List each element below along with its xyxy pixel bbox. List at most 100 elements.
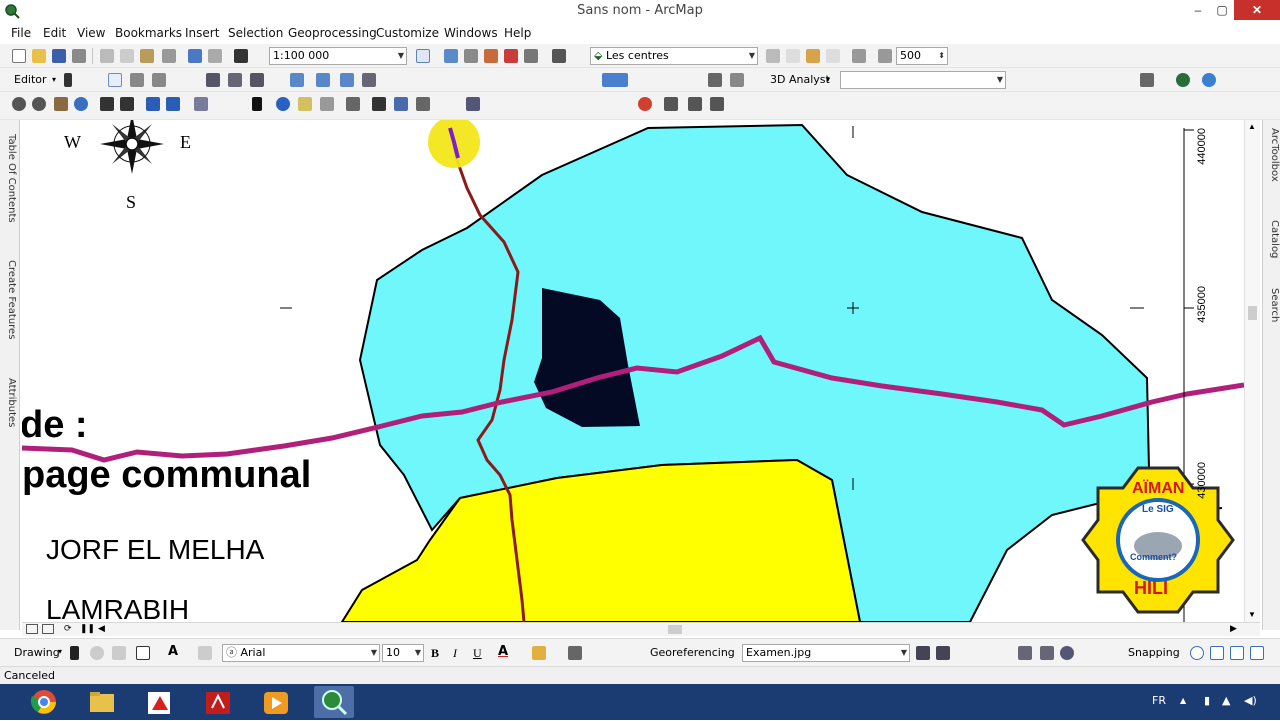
close-button[interactable]: ✕	[1234, 0, 1280, 20]
menu-view[interactable]: View	[77, 26, 105, 40]
flicker-icon[interactable]	[806, 49, 820, 63]
tab-create-features[interactable]: Create Features	[2, 260, 17, 339]
rectify-icon[interactable]	[710, 97, 724, 111]
link-table-icon[interactable]	[1018, 646, 1032, 660]
identify-icon[interactable]	[276, 97, 290, 111]
profile-graph-icon[interactable]	[1140, 73, 1154, 87]
underline-button[interactable]: U	[473, 646, 482, 661]
redo-icon[interactable]	[208, 49, 222, 63]
viewer-icon[interactable]	[1040, 646, 1054, 660]
arcmap-taskbar-button[interactable]	[314, 686, 354, 718]
zoom-whole-page-icon[interactable]	[112, 646, 126, 660]
scroll-down-icon[interactable]: ▼	[1248, 610, 1256, 619]
transparency-icon[interactable]	[826, 49, 840, 63]
network-icon[interactable]: ▲	[1222, 694, 1230, 707]
layer-properties-icon[interactable]	[708, 73, 722, 87]
rotate-georef-icon[interactable]	[1060, 646, 1074, 660]
editor-menu[interactable]: Editor	[14, 73, 47, 86]
edge-snapping-icon[interactable]	[1250, 646, 1264, 660]
menu-bookmarks[interactable]: Bookmarks	[115, 26, 182, 40]
end-snapping-icon[interactable]	[1210, 646, 1224, 660]
menu-edit[interactable]: Edit	[43, 26, 66, 40]
georeferencing-menu[interactable]: Georeferencing	[650, 646, 735, 659]
georeferencing-layer-combo[interactable]: Examen.jpg ▼	[742, 644, 910, 662]
menu-geoprocessing[interactable]: Geoprocessing	[288, 26, 377, 40]
fixed-zoom-out-icon[interactable]	[120, 97, 134, 111]
topology-icon[interactable]	[362, 73, 376, 87]
time-slider-icon[interactable]	[466, 97, 480, 111]
rectangle-tool-icon[interactable]	[136, 646, 150, 660]
arctoolbox-icon[interactable]	[504, 49, 518, 63]
table-of-contents-icon[interactable]	[444, 49, 458, 63]
menu-help[interactable]: Help	[504, 26, 531, 40]
italic-button[interactable]: I	[453, 646, 457, 661]
python-window-icon[interactable]	[524, 49, 538, 63]
target-icon[interactable]	[878, 49, 892, 63]
map-scale-combo[interactable]: 1:100 000 ▼	[269, 47, 407, 65]
sketch-tool-icon[interactable]	[108, 73, 122, 87]
new-document-icon[interactable]	[12, 49, 26, 63]
media-player-taskbar-button[interactable]	[256, 686, 296, 718]
vertical-scroll-thumb[interactable]	[1248, 306, 1257, 320]
volume-icon[interactable]: ◀)	[1244, 694, 1257, 707]
rotate-element-icon[interactable]	[90, 646, 104, 660]
menu-file[interactable]: File	[11, 26, 31, 40]
forward-extent-icon[interactable]	[166, 97, 180, 111]
map-display[interactable]: W E S de : page communal JORF EL MELHA L…	[22, 120, 1244, 622]
text-tool-icon[interactable]: A	[168, 644, 178, 659]
find-route-icon[interactable]	[394, 97, 408, 111]
tab-attributes[interactable]: Attributes	[2, 378, 17, 427]
delete-icon[interactable]	[162, 49, 176, 63]
color-fill-icon[interactable]	[602, 73, 628, 87]
explorer-taskbar-button[interactable]	[82, 686, 122, 718]
bold-button[interactable]: B	[431, 646, 439, 661]
edit-pointer-icon[interactable]	[64, 73, 72, 87]
html-popup-icon[interactable]	[320, 97, 334, 111]
select-features-icon[interactable]	[194, 97, 208, 111]
acrobat-taskbar-button[interactable]	[140, 686, 180, 718]
chrome-taskbar-button[interactable]	[24, 686, 64, 718]
cut-icon[interactable]	[100, 49, 114, 63]
scroll-up-icon[interactable]: ▲	[1248, 122, 1256, 131]
minimize-button[interactable]: –	[1186, 0, 1210, 20]
line-color-icon[interactable]	[568, 646, 582, 660]
fixed-zoom-in-icon[interactable]	[100, 97, 114, 111]
data-view-icon[interactable]	[26, 624, 38, 634]
cut-polygon-icon[interactable]	[206, 73, 220, 87]
menu-windows[interactable]: Windows	[444, 26, 498, 40]
vertical-scrollbar[interactable]: ▲ ▼	[1244, 120, 1260, 622]
find-icon[interactable]	[372, 97, 386, 111]
measure-distance-icon[interactable]	[346, 97, 360, 111]
language-indicator[interactable]: FR	[1152, 694, 1166, 707]
back-extent-icon[interactable]	[146, 97, 160, 111]
catalog-icon[interactable]	[464, 49, 478, 63]
layer-combo[interactable]: ⬙ Les centres ▼	[590, 47, 758, 65]
spin-value-combo[interactable]: 500 ⬍	[896, 47, 948, 65]
interactive-3d-icon[interactable]	[730, 73, 744, 87]
update-display-icon[interactable]	[688, 97, 702, 111]
measure-icon[interactable]	[852, 49, 866, 63]
menu-selection[interactable]: Selection	[228, 26, 283, 40]
tab-arctoolbox[interactable]: ArcToolbox	[1265, 128, 1280, 182]
georef-move-icon[interactable]	[936, 646, 950, 660]
sketch-properties-icon[interactable]	[316, 73, 330, 87]
hyperlink-icon[interactable]	[298, 97, 312, 111]
battery-icon[interactable]: ▮	[1204, 694, 1210, 707]
horizontal-scrollbar[interactable]: ⟳ ❚❚ ◀ ▶	[22, 622, 1260, 636]
georeference-color-icon[interactable]	[638, 97, 652, 111]
arcscene-icon[interactable]	[1202, 73, 1216, 87]
horizontal-scroll-thumb[interactable]	[668, 625, 682, 634]
tab-catalog[interactable]: Catalog	[1265, 220, 1280, 258]
snapping-menu[interactable]: Snapping	[1128, 646, 1180, 659]
full-extent-icon[interactable]	[74, 97, 88, 111]
go-to-xy-icon[interactable]	[416, 97, 430, 111]
attributes-icon[interactable]	[290, 73, 304, 87]
reshape-icon[interactable]	[152, 73, 166, 87]
print-icon[interactable]	[72, 49, 86, 63]
effects-icon[interactable]	[786, 49, 800, 63]
drawing-menu[interactable]: Drawing	[14, 646, 60, 659]
refresh-icon[interactable]: ⟳	[64, 623, 72, 634]
tab-table-of-contents[interactable]: Table Of Contents	[2, 134, 17, 223]
3d-analyst-layer-combo[interactable]: ▼	[840, 71, 1006, 89]
create-features-icon[interactable]	[340, 73, 354, 87]
